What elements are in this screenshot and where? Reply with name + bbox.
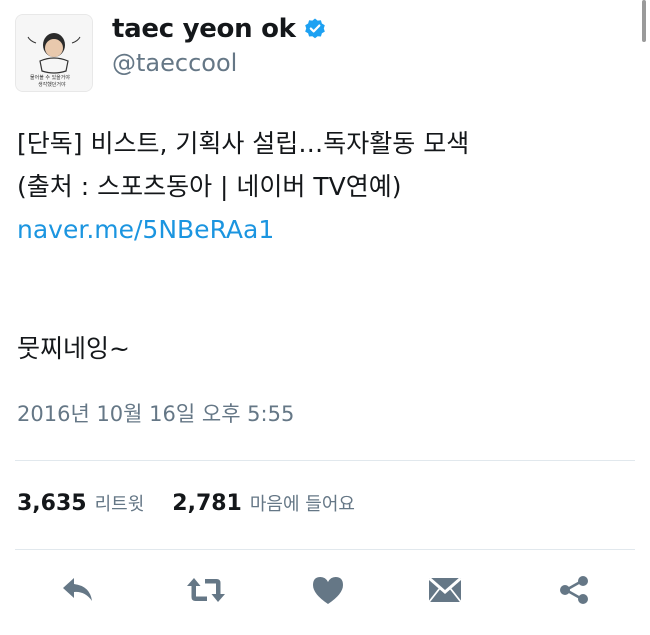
- divider: [15, 460, 635, 461]
- tweet-line-source: (출처 : 스포츠동아 | 네이버 TV연예): [17, 172, 402, 201]
- svg-text:물어볼 수 있을거야: 물어볼 수 있을거야: [30, 74, 70, 81]
- avatar[interactable]: 물어볼 수 있을거야 생각했던거야: [15, 14, 93, 92]
- retweets-stat[interactable]: 3,635 리트윗: [17, 490, 144, 516]
- verified-badge-icon: [304, 18, 325, 39]
- tweet-actions: [0, 570, 650, 620]
- divider: [15, 549, 635, 550]
- tweet-link[interactable]: naver.me/5NBeRAa1: [17, 208, 627, 251]
- message-icon: [428, 577, 462, 603]
- user-handle[interactable]: @taeccool: [112, 49, 237, 77]
- tweet-line-headline: [단독] 비스트, 기획사 설립…독자활동 모색: [17, 129, 470, 158]
- reply-icon: [63, 578, 92, 601]
- retweets-count: 3,635: [17, 491, 87, 516]
- reply-button[interactable]: [58, 570, 98, 610]
- likes-stat[interactable]: 2,781 마음에 들어요: [172, 490, 355, 516]
- scrollbar[interactable]: [642, 0, 646, 42]
- tweet-text: [단독] 비스트, 기획사 설립…독자활동 모색 (출처 : 스포츠동아 | 네…: [17, 122, 627, 370]
- likes-count: 2,781: [172, 491, 242, 516]
- tweet-stats: 3,635 리트윗 2,781 마음에 들어요: [17, 490, 355, 516]
- retweet-button[interactable]: [186, 570, 226, 610]
- tweet-comment: 뭇찌네잉~: [17, 334, 130, 363]
- share-icon: [560, 576, 588, 604]
- like-button[interactable]: [308, 570, 348, 610]
- like-icon: [313, 577, 343, 604]
- likes-label: 마음에 들어요: [249, 494, 355, 515]
- avatar-illustration: 물어볼 수 있을거야 생각했던거야: [16, 15, 92, 91]
- share-button[interactable]: [554, 570, 594, 610]
- svg-text:생각했던거야: 생각했던거야: [38, 81, 66, 88]
- retweets-label: 리트윗: [94, 494, 145, 515]
- tweet-timestamp[interactable]: 2016년 10월 16일 오후 5:55: [17, 398, 294, 428]
- direct-message-button[interactable]: [425, 570, 465, 610]
- retweet-icon: [187, 578, 225, 602]
- display-name[interactable]: taec yeon ok: [112, 14, 296, 44]
